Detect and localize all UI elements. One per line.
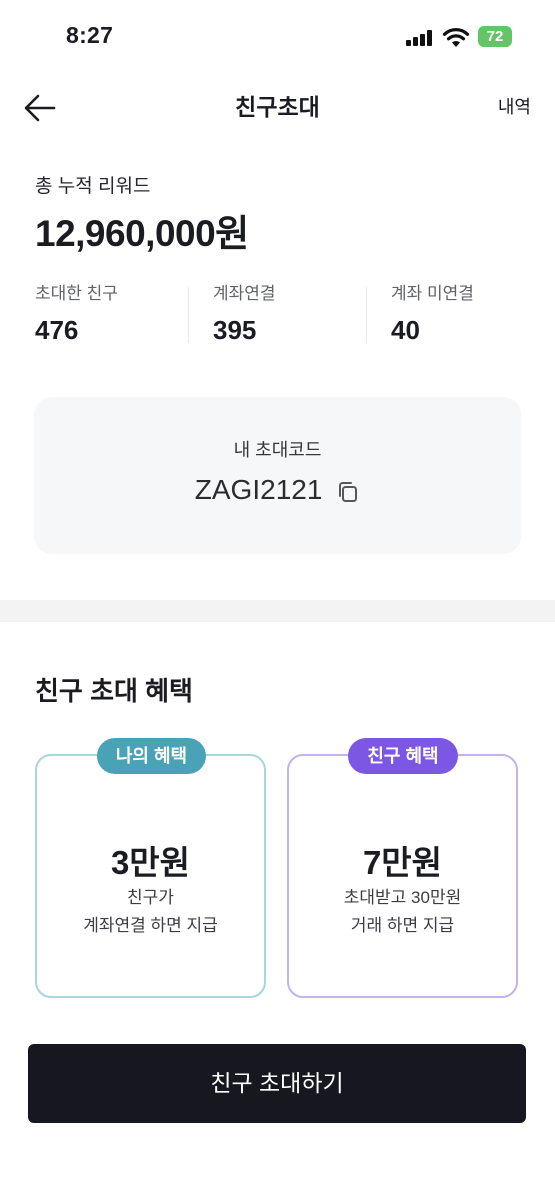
stat-value: 395 bbox=[213, 315, 257, 345]
description-line: 거래 하면 지급 bbox=[350, 916, 455, 935]
stat-invited-friends: 초대한 친구 476 bbox=[35, 283, 205, 346]
history-link[interactable]: 내역 bbox=[498, 95, 531, 119]
my-benefit-description: 친구가 계좌연결 하면 지급 bbox=[35, 884, 266, 940]
stat-divider bbox=[366, 287, 367, 343]
stat-label: 초대한 친구 bbox=[35, 284, 118, 303]
copy-icon[interactable] bbox=[336, 480, 360, 504]
total-reward-value: 12,960,000원 bbox=[35, 213, 249, 254]
invite-code-row: ZAGI2121 bbox=[34, 474, 521, 506]
invite-friend-button[interactable]: 친구 초대하기 bbox=[28, 1044, 526, 1123]
stat-account-linked: 계좌연결 395 bbox=[213, 283, 383, 346]
benefits-title: 친구 초대 혜택 bbox=[35, 676, 193, 706]
description-line: 계좌연결 하면 지급 bbox=[83, 916, 218, 935]
stat-divider bbox=[188, 287, 189, 343]
invite-code-card: 내 초대코드 ZAGI2121 bbox=[34, 397, 521, 554]
section-divider bbox=[0, 600, 555, 622]
invite-code-label: 내 초대코드 bbox=[233, 440, 322, 460]
stat-value: 476 bbox=[35, 315, 79, 345]
stat-value: 40 bbox=[391, 315, 420, 345]
page-title: 친구초대 bbox=[235, 94, 320, 120]
my-benefit-amount: 3만원 bbox=[110, 844, 191, 881]
status-time: 8:27 bbox=[66, 22, 114, 48]
description-line: 친구가 bbox=[127, 888, 174, 907]
total-reward-label: 총 누적 리워드 bbox=[35, 176, 151, 197]
wifi-icon bbox=[442, 28, 470, 47]
stat-label: 계좌 미연결 bbox=[391, 284, 474, 303]
battery-icon: 72 bbox=[478, 26, 512, 47]
my-benefit-badge: 나의 혜택 bbox=[97, 738, 206, 774]
friend-benefit-badge: 친구 혜택 bbox=[348, 738, 458, 774]
stat-label: 계좌연결 bbox=[213, 284, 276, 303]
cellular-signal-icon bbox=[406, 30, 434, 46]
stat-account-unlinked: 계좌 미연결 40 bbox=[391, 283, 555, 346]
friend-benefit-description: 초대받고 30만원 거래 하면 지급 bbox=[287, 884, 518, 940]
description-line: 초대받고 30만원 bbox=[343, 888, 462, 907]
friend-benefit-amount: 7만원 bbox=[362, 844, 443, 881]
invite-code-value: ZAGI2121 bbox=[194, 474, 323, 505]
